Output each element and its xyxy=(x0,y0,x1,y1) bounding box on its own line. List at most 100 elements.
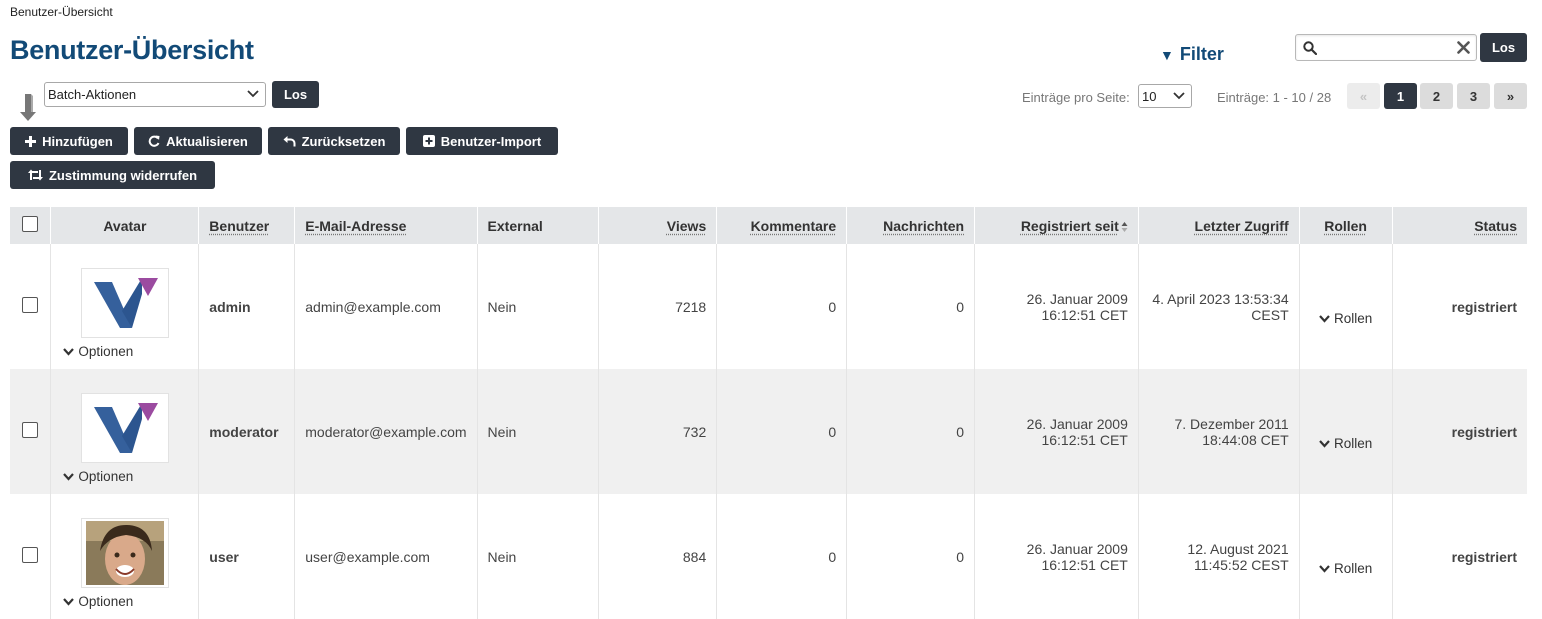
add-button[interactable]: Hinzufügen xyxy=(10,127,128,155)
col-header-external: External xyxy=(477,207,600,244)
user-import-button[interactable]: Benutzer-Import xyxy=(406,127,558,155)
chevron-down-icon xyxy=(63,597,75,606)
pager-page-3[interactable]: 3 xyxy=(1457,83,1490,109)
filter-toggle[interactable]: ▼ Filter xyxy=(1160,44,1224,65)
avatar-cell: Optionen xyxy=(50,369,200,494)
filter-label: Filter xyxy=(1179,44,1224,64)
batch-go-button[interactable]: Los xyxy=(272,81,319,108)
col-header-messages[interactable]: Nachrichten xyxy=(846,207,976,244)
user-cell: user xyxy=(198,494,296,619)
last-access-line2: 18:44:08 CET xyxy=(1202,431,1289,448)
registered-cell: 26. Januar 2009 16:12:51 CET xyxy=(974,494,1139,619)
roles-label: Rollen xyxy=(1333,436,1373,451)
roles-cell: Rollen xyxy=(1299,494,1393,619)
row-checkbox[interactable] xyxy=(22,422,39,438)
chevron-down-icon xyxy=(63,472,75,481)
pager-next-button[interactable]: » xyxy=(1494,83,1527,109)
roles-label: Rollen xyxy=(1333,311,1373,326)
user-photo xyxy=(85,520,164,585)
search-icon xyxy=(1303,41,1317,55)
col-header-email[interactable]: E-Mail-Adresse xyxy=(294,207,478,244)
chevron-down-icon xyxy=(1173,92,1185,100)
row-checkbox[interactable] xyxy=(22,297,39,313)
chevron-down-icon xyxy=(1319,564,1330,573)
breadcrumb: Benutzer-Übersicht xyxy=(10,5,113,19)
plus-icon xyxy=(25,135,37,147)
registered-date: 26. Januar 2009 xyxy=(1026,540,1128,557)
sort-icon xyxy=(1121,221,1128,232)
batch-actions-select[interactable]: Batch-Aktionen xyxy=(44,82,266,107)
chevron-down-icon xyxy=(63,347,75,356)
pager-page-1[interactable]: 1 xyxy=(1384,83,1417,109)
comments-cell: 0 xyxy=(716,244,848,369)
refresh-button-label: Aktualisieren xyxy=(166,133,248,149)
reset-button-label: Zurücksetzen xyxy=(301,133,386,149)
page-title: Benutzer-Übersicht xyxy=(10,35,254,65)
refresh-icon xyxy=(148,135,160,147)
col-header-status[interactable]: Status xyxy=(1392,207,1527,244)
email-cell: moderator@example.com xyxy=(294,369,478,494)
last-access-line1: 4. April 2023 13:53:34 xyxy=(1152,290,1289,307)
email-cell: user@example.com xyxy=(294,494,478,619)
col-header-user[interactable]: Benutzer xyxy=(198,207,296,244)
col-header-roles[interactable]: Rollen xyxy=(1299,207,1393,244)
users-table: Avatar Benutzer E-Mail-Adresse External … xyxy=(10,207,1527,619)
col-header-comments[interactable]: Kommentare xyxy=(716,207,848,244)
options-dropdown[interactable]: Optionen xyxy=(63,469,133,484)
col-header-last-access[interactable]: Letzter Zugriff xyxy=(1138,207,1300,244)
messages-cell: 0 xyxy=(846,244,976,369)
table-row: Optionen admin admin@example.com Nein 72… xyxy=(10,244,1527,369)
registered-date: 26. Januar 2009 xyxy=(1026,290,1128,307)
last-access-line1: 12. August 2021 xyxy=(1187,540,1289,557)
revoke-consent-button[interactable]: Zustimmung widerrufen xyxy=(10,161,215,189)
avatar xyxy=(80,517,169,588)
avatar xyxy=(80,267,169,338)
col-header-user-label: Benutzer xyxy=(209,217,270,234)
registered-time: 16:12:51 CET xyxy=(1041,556,1128,573)
per-page-select[interactable]: 10 xyxy=(1138,84,1192,108)
table-row: Optionen user user@example.com Nein 884 … xyxy=(10,494,1527,619)
status-cell: registriert xyxy=(1451,548,1517,565)
search-go-button[interactable]: Los xyxy=(1480,33,1527,62)
comments-cell: 0 xyxy=(716,494,848,619)
revoke-consent-button-label: Zustimmung widerrufen xyxy=(48,167,198,183)
pager-prev-button[interactable]: « xyxy=(1347,83,1380,109)
select-all-checkbox[interactable] xyxy=(22,216,39,232)
last-access-cell: 4. April 2023 13:53:34 CEST xyxy=(1138,244,1300,369)
external-cell: Nein xyxy=(477,369,600,494)
views-cell: 732 xyxy=(598,369,718,494)
roles-dropdown[interactable]: Rollen xyxy=(1319,561,1372,576)
table-header-row: Avatar Benutzer E-Mail-Adresse External … xyxy=(10,207,1527,244)
col-header-views[interactable]: Views xyxy=(598,207,718,244)
col-header-views-label: Views xyxy=(666,217,707,234)
search-input[interactable] xyxy=(1322,37,1450,58)
roles-dropdown[interactable]: Rollen xyxy=(1319,311,1372,326)
retweet-icon xyxy=(27,169,43,181)
user-cell: admin xyxy=(198,244,296,369)
row-checkbox[interactable] xyxy=(22,547,39,563)
email-cell: admin@example.com xyxy=(294,244,478,369)
table-row: Optionen moderator moderator@example.com… xyxy=(10,369,1527,494)
external-cell: Nein xyxy=(477,494,600,619)
refresh-button[interactable]: Aktualisieren xyxy=(134,127,262,155)
close-icon[interactable] xyxy=(1457,41,1470,54)
col-header-last-access-label: Letzter Zugriff xyxy=(1194,217,1289,234)
registered-date: 26. Januar 2009 xyxy=(1026,415,1128,432)
views-cell: 7218 xyxy=(598,244,718,369)
options-dropdown[interactable]: Optionen xyxy=(63,594,133,609)
row-checkbox-cell xyxy=(10,244,52,369)
col-header-comments-label: Kommentare xyxy=(750,217,837,234)
user-cell: moderator xyxy=(198,369,296,494)
pager-page-2[interactable]: 2 xyxy=(1420,83,1453,109)
status-cell: registriert xyxy=(1451,423,1517,440)
roles-cell: Rollen xyxy=(1299,369,1393,494)
roles-cell: Rollen xyxy=(1299,244,1393,369)
col-header-registered[interactable]: Registriert seit xyxy=(974,207,1139,244)
avatar-cell: Optionen xyxy=(50,244,200,369)
roles-dropdown[interactable]: Rollen xyxy=(1319,436,1372,451)
last-access-cell: 7. Dezember 2011 18:44:08 CET xyxy=(1138,369,1300,494)
options-dropdown[interactable]: Optionen xyxy=(63,344,133,359)
last-access-cell: 12. August 2021 11:45:52 CEST xyxy=(1138,494,1300,619)
reset-button[interactable]: Zurücksetzen xyxy=(268,127,400,155)
per-page-label: Einträge pro Seite: xyxy=(1022,90,1130,105)
